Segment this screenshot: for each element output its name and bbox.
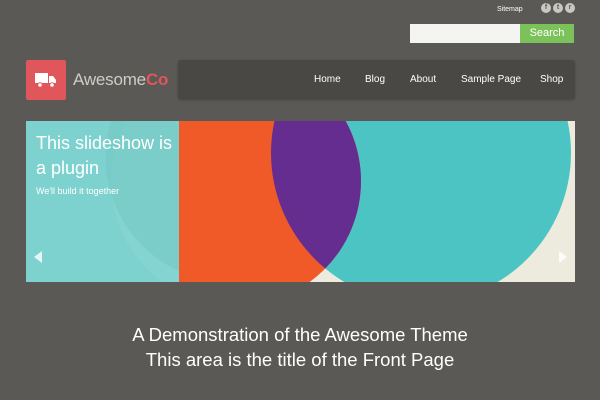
- logo-badge: [26, 60, 66, 100]
- search-button[interactable]: Search: [520, 24, 574, 43]
- sitemap-link[interactable]: Sitemap: [497, 6, 523, 13]
- logo-text-bold: Co: [145, 70, 169, 89]
- chevron-right-icon[interactable]: [559, 251, 567, 263]
- slideshow: This slideshow is a plugin We'll build i…: [26, 121, 575, 282]
- site-logo[interactable]: AwesomeCo: [26, 60, 168, 100]
- rss-icon[interactable]: r: [565, 3, 575, 13]
- chevron-left-icon[interactable]: [34, 251, 42, 263]
- slide-title: This slideshow is a plugin: [36, 133, 173, 178]
- front-page-title: A Demonstration of the Awesome Theme Thi…: [0, 322, 600, 372]
- main-nav: Home Blog About Sample Page Shop: [178, 60, 575, 99]
- twitter-icon[interactable]: t: [553, 3, 563, 13]
- logo-text-light: Awesome: [73, 70, 146, 89]
- nav-item-shop[interactable]: Shop: [540, 60, 563, 99]
- nav-item-sample-page[interactable]: Sample Page: [461, 60, 521, 99]
- facebook-icon[interactable]: f: [541, 3, 551, 13]
- nav-item-blog[interactable]: Blog: [365, 60, 385, 99]
- front-page-title-line2: This area is the title of the Front Page: [145, 349, 455, 370]
- slide-subtitle: We'll build it together: [36, 186, 120, 196]
- search-input[interactable]: [410, 24, 520, 43]
- front-page-title-line1: A Demonstration of the Awesome Theme: [132, 324, 468, 345]
- nav-item-home[interactable]: Home: [314, 60, 341, 99]
- truck-icon: [35, 73, 56, 88]
- nav-item-about[interactable]: About: [410, 60, 436, 99]
- logo-text: AwesomeCo: [73, 70, 168, 90]
